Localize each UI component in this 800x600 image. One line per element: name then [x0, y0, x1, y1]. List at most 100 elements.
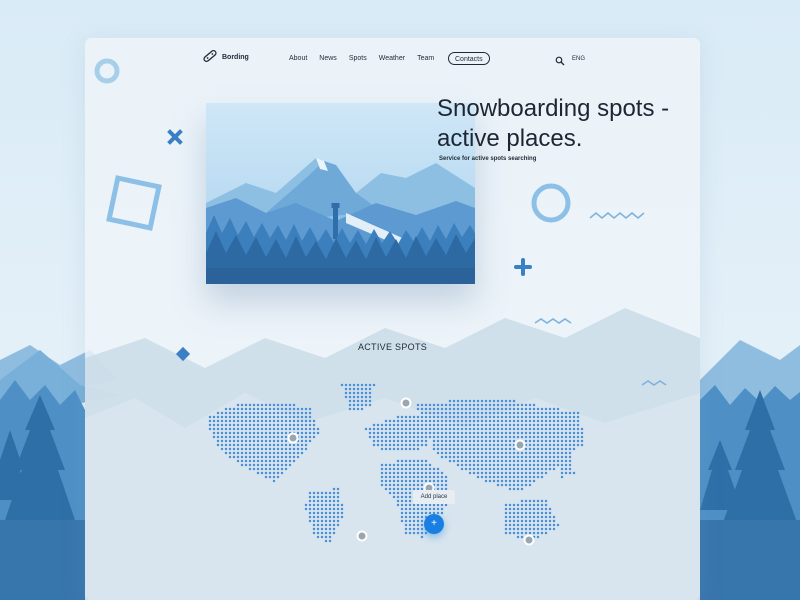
map-dot	[268, 463, 272, 467]
nav-link-spots[interactable]: Spots	[349, 55, 367, 62]
map-dot	[428, 471, 432, 475]
map-dot	[548, 515, 552, 519]
map-dot	[548, 451, 552, 455]
map-dot	[424, 431, 428, 435]
map-dot	[532, 439, 536, 443]
map-dot	[304, 447, 308, 451]
search-icon[interactable]	[555, 56, 565, 66]
map-dot	[392, 439, 396, 443]
map-dot	[276, 447, 280, 451]
map-dot	[536, 423, 540, 427]
map-dot	[568, 427, 572, 431]
map-dot	[404, 459, 408, 463]
spot-pin[interactable]	[356, 530, 368, 542]
map-dot	[296, 431, 300, 435]
map-dot	[332, 523, 336, 527]
map-dot	[448, 411, 452, 415]
map-dot	[568, 415, 572, 419]
map-dot	[560, 427, 564, 431]
map-dot	[532, 447, 536, 451]
map-dot	[240, 411, 244, 415]
map-dot	[436, 467, 440, 471]
map-dot	[496, 423, 500, 427]
map-dot	[276, 435, 280, 439]
map-dot	[472, 467, 476, 471]
map-dot	[396, 487, 400, 491]
nav-link-team[interactable]: Team	[417, 55, 434, 62]
map-dot	[252, 467, 256, 471]
map-dot	[276, 443, 280, 447]
map-dot	[508, 515, 512, 519]
map-dot	[484, 447, 488, 451]
map-dot	[404, 491, 408, 495]
map-dot	[492, 431, 496, 435]
map-dot	[328, 535, 332, 539]
map-dot	[276, 475, 280, 479]
language-selector[interactable]: ENG	[572, 56, 585, 62]
map-dot	[392, 435, 396, 439]
map-dot	[512, 503, 516, 507]
map-dot	[368, 431, 372, 435]
spot-pin[interactable]	[400, 397, 412, 409]
brand-logo[interactable]: Bording	[202, 48, 249, 64]
map-dot	[544, 527, 548, 531]
map-dot	[280, 427, 284, 431]
map-dot	[476, 399, 480, 403]
map-dot	[544, 423, 548, 427]
map-dot	[244, 415, 248, 419]
map-dot	[364, 395, 368, 399]
map-dot	[288, 443, 292, 447]
map-dot	[296, 411, 300, 415]
map-dot	[300, 431, 304, 435]
map-dot	[264, 415, 268, 419]
map-dot	[556, 407, 560, 411]
map-dot	[236, 407, 240, 411]
map-dot	[516, 411, 520, 415]
nav-link-news[interactable]: News	[319, 55, 337, 62]
spot-pin[interactable]	[523, 534, 535, 546]
map-dot	[408, 427, 412, 431]
map-dot	[268, 415, 272, 419]
spot-pin[interactable]	[514, 439, 526, 451]
map-dot	[292, 427, 296, 431]
map-dot	[416, 471, 420, 475]
nav-link-weather[interactable]: Weather	[379, 55, 405, 62]
map-dot	[488, 471, 492, 475]
map-dot	[532, 467, 536, 471]
map-dot	[440, 507, 444, 511]
map-dot	[240, 463, 244, 467]
map-dot	[280, 431, 284, 435]
map-dot	[568, 471, 572, 475]
map-dot	[332, 527, 336, 531]
map-dot	[484, 471, 488, 475]
map-dot	[524, 455, 528, 459]
map-dot	[524, 527, 528, 531]
map-dot	[524, 423, 528, 427]
map-dot	[312, 499, 316, 503]
map-dot	[412, 475, 416, 479]
map-dot	[484, 419, 488, 423]
map-dot	[528, 507, 532, 511]
map-dot	[548, 427, 552, 431]
map-dot	[560, 435, 564, 439]
map-dot	[544, 507, 548, 511]
map-dot	[264, 431, 268, 435]
map-dot	[524, 483, 528, 487]
map-dot	[408, 523, 412, 527]
nav-link-about[interactable]: About	[289, 55, 307, 62]
map-dot	[448, 451, 452, 455]
spot-pin[interactable]	[287, 432, 299, 444]
map-dot	[332, 511, 336, 515]
map-dot	[388, 443, 392, 447]
map-dot	[424, 479, 428, 483]
map-dot	[516, 531, 520, 535]
map-dot	[508, 451, 512, 455]
map-dot	[468, 471, 472, 475]
map-dot	[540, 455, 544, 459]
map-dot	[276, 415, 280, 419]
map-dot	[268, 475, 272, 479]
map-dot	[372, 431, 376, 435]
add-place-button[interactable]: +	[424, 514, 444, 534]
map-dot	[572, 439, 576, 443]
contacts-button[interactable]: Contacts	[448, 52, 490, 65]
